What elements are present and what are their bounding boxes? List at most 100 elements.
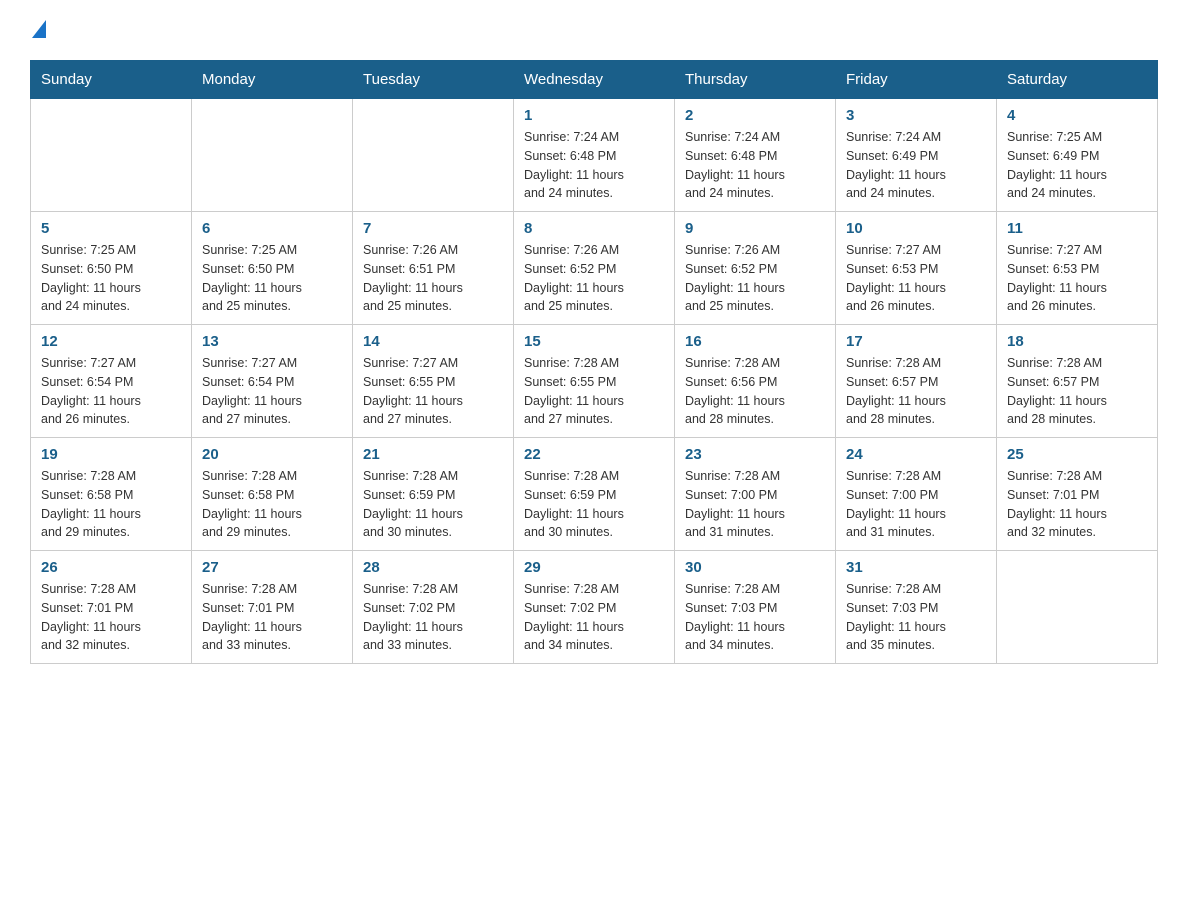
calendar-cell: 6 Sunrise: 7:25 AM Sunset: 6:50 PM Daylig… [192, 212, 353, 325]
calendar-cell: 31 Sunrise: 7:28 AM Sunset: 7:03 PM Dayli… [836, 551, 997, 664]
day-number: 30 [685, 559, 825, 576]
day-info: Sunrise: 7:28 AM Sunset: 7:02 PM Dayligh… [363, 580, 503, 655]
day-info: Sunrise: 7:28 AM Sunset: 7:01 PM Dayligh… [41, 580, 181, 655]
calendar-cell: 12 Sunrise: 7:27 AM Sunset: 6:54 PM Dayli… [31, 325, 192, 438]
day-number: 1 [524, 107, 664, 124]
calendar-cell: 27Sunrise: 7:28 AM Sunset: 7:01 PM Dayli… [192, 551, 353, 664]
day-info: Sunrise: 7:28 AM Sunset: 6:56 PM Dayligh… [685, 354, 825, 429]
calendar-cell [353, 99, 514, 212]
day-number: 19 [41, 446, 181, 463]
calendar-cell: 13 Sunrise: 7:27 AM Sunset: 6:54 PM Dayli… [192, 325, 353, 438]
calendar-cell: 2 Sunrise: 7:24 AM Sunset: 6:48 PM Daylig… [675, 99, 836, 212]
day-info: Sunrise: 7:28 AM Sunset: 7:03 PM Dayligh… [685, 580, 825, 655]
day-number: 31 [846, 559, 986, 576]
day-info: Sunrise: 7:27 AM Sunset: 6:54 PM Dayligh… [202, 354, 342, 429]
calendar-cell: 29 Sunrise: 7:28 AM Sunset: 7:02 PM Dayli… [514, 551, 675, 664]
day-number: 15 [524, 333, 664, 350]
day-number: 29 [524, 559, 664, 576]
day-info: Sunrise: 7:25 AM Sunset: 6:50 PM Dayligh… [41, 241, 181, 316]
calendar-cell: 9Sunrise: 7:26 AM Sunset: 6:52 PM Daylig… [675, 212, 836, 325]
day-info: Sunrise: 7:28 AM Sunset: 7:01 PM Dayligh… [202, 580, 342, 655]
day-of-week-header: Wednesday [514, 61, 675, 99]
calendar-week-row: 26 Sunrise: 7:28 AM Sunset: 7:01 PM Dayli… [31, 551, 1158, 664]
day-of-week-header: Thursday [675, 61, 836, 99]
day-of-week-header: Sunday [31, 61, 192, 99]
day-number: 26 [41, 559, 181, 576]
day-of-week-header: Saturday [997, 61, 1158, 99]
day-number: 12 [41, 333, 181, 350]
day-info: Sunrise: 7:28 AM Sunset: 6:59 PM Dayligh… [363, 467, 503, 542]
day-info: Sunrise: 7:27 AM Sunset: 6:55 PM Dayligh… [363, 354, 503, 429]
day-number: 17 [846, 333, 986, 350]
day-number: 7 [363, 220, 503, 237]
day-number: 18 [1007, 333, 1147, 350]
day-number: 3 [846, 107, 986, 124]
calendar-cell: 11Sunrise: 7:27 AM Sunset: 6:53 PM Dayli… [997, 212, 1158, 325]
page-header [30, 20, 1158, 40]
calendar-cell: 19Sunrise: 7:28 AM Sunset: 6:58 PM Dayli… [31, 438, 192, 551]
calendar-cell: 28 Sunrise: 7:28 AM Sunset: 7:02 PM Dayli… [353, 551, 514, 664]
day-info: Sunrise: 7:28 AM Sunset: 7:02 PM Dayligh… [524, 580, 664, 655]
day-number: 23 [685, 446, 825, 463]
calendar-cell: 14 Sunrise: 7:27 AM Sunset: 6:55 PM Dayli… [353, 325, 514, 438]
calendar-cell: 16 Sunrise: 7:28 AM Sunset: 6:56 PM Dayli… [675, 325, 836, 438]
calendar-week-row: 19 Sunrise: 7:28 AM Sunset: 6:58 PM Dayli… [31, 438, 1158, 551]
day-of-week-header: Monday [192, 61, 353, 99]
calendar-cell [192, 99, 353, 212]
calendar-cell: 21Sunrise: 7:28 AM Sunset: 6:59 PM Dayli… [353, 438, 514, 551]
day-info: Sunrise: 7:26 AM Sunset: 6:51 PM Dayligh… [363, 241, 503, 316]
calendar-cell: 26 Sunrise: 7:28 AM Sunset: 7:01 PM Dayli… [31, 551, 192, 664]
day-number: 25 [1007, 446, 1147, 463]
day-info: Sunrise: 7:27 AM Sunset: 6:53 PM Dayligh… [846, 241, 986, 316]
day-info: Sunrise: 7:28 AM Sunset: 6:57 PM Dayligh… [846, 354, 986, 429]
day-info: Sunrise: 7:28 AM Sunset: 7:03 PM Dayligh… [846, 580, 986, 655]
day-info: Sunrise: 7:25 AM Sunset: 6:50 PM Dayligh… [202, 241, 342, 316]
day-info: Sunrise: 7:27 AM Sunset: 6:53 PM Dayligh… [1007, 241, 1147, 316]
day-info: Sunrise: 7:28 AM Sunset: 6:57 PM Dayligh… [1007, 354, 1147, 429]
day-number: 13 [202, 333, 342, 350]
day-number: 5 [41, 220, 181, 237]
calendar-cell: 30 Sunrise: 7:28 AM Sunset: 7:03 PM Dayli… [675, 551, 836, 664]
calendar-cell: 3 Sunrise: 7:24 AM Sunset: 6:49 PM Daylig… [836, 99, 997, 212]
calendar-header-row: SundayMondayTuesdayWednesdayThursdayFrid… [31, 61, 1158, 99]
calendar-cell: 8Sunrise: 7:26 AM Sunset: 6:52 PM Daylig… [514, 212, 675, 325]
day-number: 22 [524, 446, 664, 463]
calendar-cell: 7 Sunrise: 7:26 AM Sunset: 6:51 PM Daylig… [353, 212, 514, 325]
calendar-table: SundayMondayTuesdayWednesdayThursdayFrid… [30, 60, 1158, 664]
calendar-cell: 4 Sunrise: 7:25 AM Sunset: 6:49 PM Daylig… [997, 99, 1158, 212]
day-info: Sunrise: 7:25 AM Sunset: 6:49 PM Dayligh… [1007, 128, 1147, 203]
day-info: Sunrise: 7:28 AM Sunset: 7:00 PM Dayligh… [685, 467, 825, 542]
day-number: 14 [363, 333, 503, 350]
day-number: 6 [202, 220, 342, 237]
day-info: Sunrise: 7:24 AM Sunset: 6:49 PM Dayligh… [846, 128, 986, 203]
day-number: 28 [363, 559, 503, 576]
day-info: Sunrise: 7:28 AM Sunset: 6:55 PM Dayligh… [524, 354, 664, 429]
calendar-cell [997, 551, 1158, 664]
day-number: 4 [1007, 107, 1147, 124]
day-info: Sunrise: 7:24 AM Sunset: 6:48 PM Dayligh… [524, 128, 664, 203]
calendar-cell [31, 99, 192, 212]
logo [30, 20, 46, 40]
calendar-cell: 10 Sunrise: 7:27 AM Sunset: 6:53 PM Dayli… [836, 212, 997, 325]
logo-triangle-icon [32, 20, 46, 38]
day-info: Sunrise: 7:28 AM Sunset: 6:59 PM Dayligh… [524, 467, 664, 542]
calendar-cell: 5 Sunrise: 7:25 AM Sunset: 6:50 PM Daylig… [31, 212, 192, 325]
calendar-cell: 22 Sunrise: 7:28 AM Sunset: 6:59 PM Dayli… [514, 438, 675, 551]
day-number: 24 [846, 446, 986, 463]
day-info: Sunrise: 7:26 AM Sunset: 6:52 PM Dayligh… [524, 241, 664, 316]
calendar-cell: 20Sunrise: 7:28 AM Sunset: 6:58 PM Dayli… [192, 438, 353, 551]
day-number: 10 [846, 220, 986, 237]
day-of-week-header: Tuesday [353, 61, 514, 99]
day-number: 2 [685, 107, 825, 124]
day-number: 16 [685, 333, 825, 350]
calendar-cell: 24 Sunrise: 7:28 AM Sunset: 7:00 PM Dayli… [836, 438, 997, 551]
day-info: Sunrise: 7:28 AM Sunset: 7:01 PM Dayligh… [1007, 467, 1147, 542]
day-info: Sunrise: 7:28 AM Sunset: 7:00 PM Dayligh… [846, 467, 986, 542]
day-info: Sunrise: 7:27 AM Sunset: 6:54 PM Dayligh… [41, 354, 181, 429]
calendar-cell: 15 Sunrise: 7:28 AM Sunset: 6:55 PM Dayli… [514, 325, 675, 438]
day-info: Sunrise: 7:28 AM Sunset: 6:58 PM Dayligh… [202, 467, 342, 542]
day-info: Sunrise: 7:24 AM Sunset: 6:48 PM Dayligh… [685, 128, 825, 203]
calendar-week-row: 12 Sunrise: 7:27 AM Sunset: 6:54 PM Dayli… [31, 325, 1158, 438]
calendar-cell: 17 Sunrise: 7:28 AM Sunset: 6:57 PM Dayli… [836, 325, 997, 438]
calendar-cell: 23 Sunrise: 7:28 AM Sunset: 7:00 PM Dayli… [675, 438, 836, 551]
